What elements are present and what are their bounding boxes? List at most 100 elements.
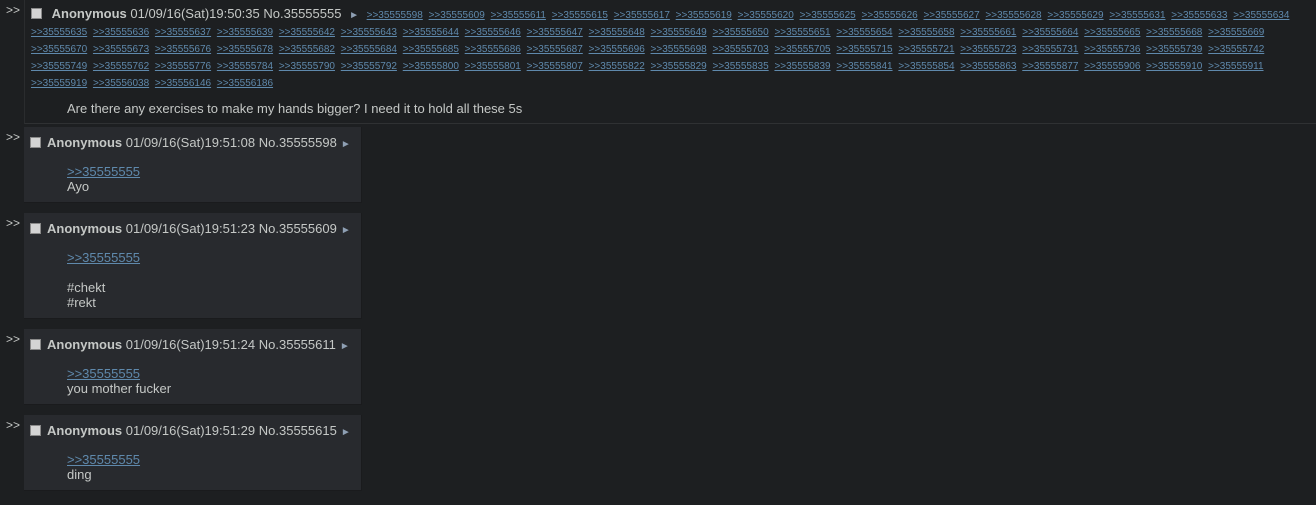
backlink[interactable]: >>35555650 bbox=[712, 27, 768, 38]
backlink[interactable]: >>35555619 bbox=[676, 10, 732, 21]
backlink[interactable]: >>35555598 bbox=[367, 10, 423, 21]
backlink[interactable]: >>35555705 bbox=[774, 44, 830, 55]
backlink[interactable]: >>35555648 bbox=[589, 27, 645, 38]
reply-post: Anonymous 01/09/16(Sat)19:51:29 No.35555… bbox=[24, 415, 362, 491]
backlink[interactable]: >>35555617 bbox=[614, 10, 670, 21]
reply-checkbox[interactable] bbox=[30, 223, 41, 234]
post-menu-arrow-icon[interactable]: ► bbox=[341, 427, 351, 438]
backlink[interactable]: >>35555696 bbox=[589, 44, 645, 55]
reply-checkbox[interactable] bbox=[30, 137, 41, 148]
reply-post-number[interactable]: No.35555611 bbox=[259, 337, 336, 352]
backlink[interactable]: >>35555790 bbox=[279, 61, 335, 72]
backlink[interactable]: >>35555829 bbox=[651, 61, 707, 72]
backlink[interactable]: >>35555634 bbox=[1233, 10, 1289, 21]
backlink[interactable]: >>35555863 bbox=[960, 61, 1016, 72]
reply-post-number[interactable]: No.35555615 bbox=[259, 423, 337, 438]
quote-link[interactable]: >>35555555 bbox=[67, 164, 361, 179]
op-checkbox[interactable] bbox=[31, 8, 42, 19]
op-post-number[interactable]: No.35555555 bbox=[263, 6, 341, 21]
backlink[interactable]: >>35555910 bbox=[1146, 61, 1202, 72]
backlink[interactable]: >>35555723 bbox=[960, 44, 1016, 55]
reply-checkbox[interactable] bbox=[30, 425, 41, 436]
post-menu-arrow-icon[interactable]: ► bbox=[341, 225, 351, 236]
backlink[interactable]: >>35555658 bbox=[898, 27, 954, 38]
backlink[interactable]: >>35555736 bbox=[1084, 44, 1140, 55]
backlink[interactable]: >>35555644 bbox=[403, 27, 459, 38]
backlink[interactable]: >>35555676 bbox=[155, 44, 211, 55]
backlink[interactable]: >>35555721 bbox=[898, 44, 954, 55]
backlink[interactable]: >>35555629 bbox=[1047, 10, 1103, 21]
backlink[interactable]: >>35555919 bbox=[31, 78, 87, 89]
backlink[interactable]: >>35555739 bbox=[1146, 44, 1202, 55]
backlink[interactable]: >>35555698 bbox=[651, 44, 707, 55]
backlink[interactable]: >>35555661 bbox=[960, 27, 1016, 38]
backlink[interactable]: >>35555685 bbox=[403, 44, 459, 55]
reply-name: Anonymous bbox=[47, 423, 123, 438]
backlink[interactable]: >>35555615 bbox=[552, 10, 608, 21]
backlink[interactable]: >>35555877 bbox=[1022, 61, 1078, 72]
reply-post-number[interactable]: No.35555598 bbox=[259, 135, 337, 150]
backlink[interactable]: >>35555784 bbox=[217, 61, 273, 72]
backlink[interactable]: >>35556038 bbox=[93, 78, 149, 89]
backlink[interactable]: >>35555776 bbox=[155, 61, 211, 72]
backlink[interactable]: >>35555635 bbox=[31, 27, 87, 38]
backlink[interactable]: >>35555649 bbox=[651, 27, 707, 38]
backlink[interactable]: >>35555646 bbox=[465, 27, 521, 38]
backlink[interactable]: >>35555731 bbox=[1022, 44, 1078, 55]
backlink[interactable]: >>35555620 bbox=[738, 10, 794, 21]
backlink[interactable]: >>35555626 bbox=[862, 10, 918, 21]
backlink[interactable]: >>35555642 bbox=[279, 27, 335, 38]
backlink[interactable]: >>35555682 bbox=[279, 44, 335, 55]
backlink[interactable]: >>35555639 bbox=[217, 27, 273, 38]
backlink[interactable]: >>35555854 bbox=[898, 61, 954, 72]
post-menu-arrow-icon[interactable]: ► bbox=[340, 341, 350, 352]
backlink[interactable]: >>35555611 bbox=[491, 10, 546, 21]
backlink[interactable]: >>35555792 bbox=[341, 61, 397, 72]
backlink[interactable]: >>35555807 bbox=[527, 61, 583, 72]
backlink[interactable]: >>35555654 bbox=[836, 27, 892, 38]
backlink[interactable]: >>35555627 bbox=[923, 10, 979, 21]
backlink[interactable]: >>35555669 bbox=[1208, 27, 1264, 38]
backlink[interactable]: >>35555703 bbox=[712, 44, 768, 55]
backlink[interactable]: >>35555801 bbox=[465, 61, 521, 72]
backlink[interactable]: >>35555684 bbox=[341, 44, 397, 55]
backlink[interactable]: >>35555906 bbox=[1084, 61, 1140, 72]
post-menu-arrow-icon[interactable]: ► bbox=[349, 10, 359, 21]
backlink[interactable]: >>35555762 bbox=[93, 61, 149, 72]
backlink[interactable]: >>35555715 bbox=[836, 44, 892, 55]
quote-link[interactable]: >>35555555 bbox=[67, 452, 361, 467]
backlink[interactable]: >>35555633 bbox=[1171, 10, 1227, 21]
backlink[interactable]: >>35555822 bbox=[589, 61, 645, 72]
quote-link[interactable]: >>35555555 bbox=[67, 250, 361, 265]
backlink[interactable]: >>35555673 bbox=[93, 44, 149, 55]
backlink[interactable]: >>35555647 bbox=[527, 27, 583, 38]
backlink[interactable]: >>35555670 bbox=[31, 44, 87, 55]
reply-checkbox[interactable] bbox=[30, 339, 41, 350]
backlink[interactable]: >>35556186 bbox=[217, 78, 273, 89]
backlink[interactable]: >>35555839 bbox=[774, 61, 830, 72]
backlink[interactable]: >>35555625 bbox=[800, 10, 856, 21]
backlink[interactable]: >>35555800 bbox=[403, 61, 459, 72]
backlink[interactable]: >>35555651 bbox=[774, 27, 830, 38]
post-menu-arrow-icon[interactable]: ► bbox=[341, 139, 351, 150]
backlink[interactable]: >>35555841 bbox=[836, 61, 892, 72]
backlink[interactable]: >>35555668 bbox=[1146, 27, 1202, 38]
backlink[interactable]: >>35555664 bbox=[1022, 27, 1078, 38]
backlink[interactable]: >>35555631 bbox=[1109, 10, 1165, 21]
backlink[interactable]: >>35555609 bbox=[429, 10, 485, 21]
backlink[interactable]: >>35556146 bbox=[155, 78, 211, 89]
backlink[interactable]: >>35555643 bbox=[341, 27, 397, 38]
backlink[interactable]: >>35555636 bbox=[93, 27, 149, 38]
quote-link[interactable]: >>35555555 bbox=[67, 366, 361, 381]
backlink[interactable]: >>35555678 bbox=[217, 44, 273, 55]
backlink[interactable]: >>35555686 bbox=[465, 44, 521, 55]
backlink[interactable]: >>35555911 bbox=[1208, 61, 1263, 72]
backlink[interactable]: >>35555742 bbox=[1208, 44, 1264, 55]
reply-post-number[interactable]: No.35555609 bbox=[259, 221, 337, 236]
backlink[interactable]: >>35555628 bbox=[985, 10, 1041, 21]
backlink[interactable]: >>35555835 bbox=[712, 61, 768, 72]
backlink[interactable]: >>35555687 bbox=[527, 44, 583, 55]
backlink[interactable]: >>35555665 bbox=[1084, 27, 1140, 38]
backlink[interactable]: >>35555749 bbox=[31, 61, 87, 72]
backlink[interactable]: >>35555637 bbox=[155, 27, 211, 38]
